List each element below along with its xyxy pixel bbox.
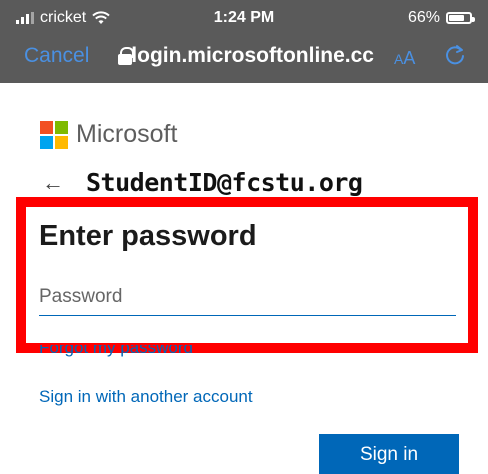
microsoft-logo-icon bbox=[40, 121, 68, 149]
account-identity: StudentID@fcstu.org bbox=[86, 168, 363, 197]
lock-icon bbox=[118, 47, 135, 65]
battery-icon bbox=[446, 12, 475, 24]
back-arrow-icon[interactable]: ← bbox=[42, 170, 64, 196]
text-size-button[interactable]: AA bbox=[394, 48, 415, 69]
brand-name: Microsoft bbox=[76, 120, 178, 148]
battery-percent: 66% bbox=[407, 9, 440, 26]
status-bar: cricket 1:24 PM 66% bbox=[0, 0, 488, 34]
url-bar: Cancel login.microsoftonline.cc AA bbox=[0, 34, 488, 83]
highlight-box bbox=[16, 197, 478, 353]
cancel-button[interactable]: Cancel bbox=[24, 44, 89, 68]
browser-chrome: cricket 1:24 PM 66% Cancel login.microso… bbox=[0, 0, 488, 83]
sign-in-button[interactable]: Sign in bbox=[319, 434, 459, 474]
reload-icon[interactable] bbox=[444, 44, 466, 66]
address-field[interactable]: login.microsoftonline.cc bbox=[118, 44, 374, 68]
other-account-link[interactable]: Sign in with another account bbox=[39, 387, 253, 407]
battery-group: 66% bbox=[407, 9, 475, 27]
url-text: login.microsoftonline.cc bbox=[131, 44, 374, 67]
forgot-password-link[interactable]: Forgot my password bbox=[39, 345, 193, 357]
